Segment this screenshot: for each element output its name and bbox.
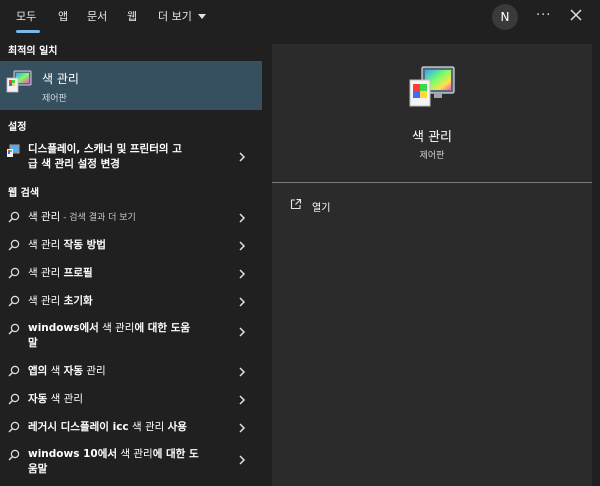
tab-all[interactable]: 모두 [16, 9, 36, 25]
chevron-right-icon [239, 367, 246, 377]
tab-more[interactable]: 더 보기 [158, 9, 207, 25]
settings-item-line2: 급 색 관리 설정 변경 [28, 158, 120, 170]
tab-apps[interactable]: 앱 [58, 9, 68, 25]
web-result-item[interactable]: 색 관리 - 검색 결과 더 보기 [0, 207, 262, 229]
web-result-bold: 자동 [28, 393, 48, 405]
search-icon [8, 449, 20, 461]
web-result-bold: 앱의 [28, 365, 48, 377]
chevron-right-icon [239, 455, 246, 465]
chevron-right-icon [239, 395, 246, 405]
web-result-bold: 초기화 [63, 295, 93, 307]
web-result-item[interactable]: 색 관리 프로필 [0, 263, 262, 285]
open-action[interactable]: 열기 [288, 196, 588, 216]
color-settings-icon [7, 144, 20, 157]
settings-result-item[interactable]: 디스플레이, 스캐너 및 프린터의 고 급 색 관리 설정 변경 [0, 140, 262, 174]
close-icon[interactable] [568, 7, 584, 23]
search-icon [8, 421, 20, 433]
chevron-right-icon [239, 327, 246, 337]
best-match-subtitle: 제어판 [42, 94, 67, 104]
web-result-bold: 프로필 [63, 267, 93, 279]
open-external-icon [290, 198, 302, 210]
chevron-right-icon [239, 241, 246, 251]
web-result-item[interactable]: windows에서 색 관리에 대한 도움 말 [0, 319, 262, 353]
section-best-match: 최적의 일치 [8, 46, 58, 57]
web-result-query: 관리 [83, 365, 106, 377]
search-icon [8, 323, 20, 335]
web-result-query: 색 관리 [28, 267, 64, 279]
active-tab-indicator [16, 30, 40, 33]
web-result-query: 색 관리 [28, 295, 64, 307]
more-options-button[interactable]: ··· [536, 8, 551, 23]
tab-more-label: 더 보기 [158, 10, 192, 23]
best-match-item[interactable] [0, 61, 262, 110]
web-result-bold: 사용 [167, 421, 187, 433]
chevron-right-icon [239, 269, 246, 279]
web-result-item[interactable]: 색 관리 초기화 [0, 291, 262, 313]
web-result-query: 색 [47, 365, 64, 377]
web-result-text-line2: 움말 [28, 463, 48, 475]
chevron-right-icon [239, 423, 246, 433]
web-result-text: 레거시 디스플레이 icc 색 관리 사용 [28, 419, 187, 435]
web-result-text: 자동 색 관리 [28, 391, 83, 407]
web-result-query: 색 관리 [47, 393, 83, 405]
web-result-bold: 레거시 디스플레이 icc [28, 421, 129, 433]
search-filter-bar: 모두 앱 문서 웹 더 보기 N ··· [0, 0, 600, 34]
web-result-suffix: - 검색 결과 더 보기 [60, 213, 136, 223]
web-result-text: 색 관리 프로필 [28, 265, 93, 281]
web-result-query: 색 관리 [98, 322, 135, 334]
web-result-bold: 작동 방법 [63, 239, 106, 251]
best-match-title: 색 관리 [42, 72, 79, 86]
avatar[interactable]: N [492, 4, 518, 30]
preview-panel: 색 관리 제어판 열기 [272, 44, 592, 486]
web-result-item[interactable]: 앱의 색 자동 관리 [0, 361, 262, 383]
settings-item-line1: 디스플레이, 스캐너 및 프린터의 고 [28, 143, 182, 155]
web-result-text: windows에서 색 관리에 대한 도움 [28, 320, 190, 336]
tab-web[interactable]: 웹 [127, 9, 137, 25]
web-result-bold: windows에서 [28, 322, 99, 334]
chevron-right-icon [239, 213, 246, 223]
search-icon [8, 239, 20, 251]
preview-title: 색 관리 [411, 130, 452, 145]
section-web-search: 웹 검색 [8, 188, 40, 199]
web-result-query: 색 관리 [128, 421, 168, 433]
web-result-text: 색 관리 작동 방법 [28, 237, 106, 253]
tab-documents[interactable]: 문서 [87, 9, 107, 25]
preview-subtitle: 제어판 [419, 151, 445, 161]
web-result-query: 색 관리 [28, 239, 64, 251]
search-icon [8, 365, 20, 377]
web-result-text: 색 관리 - 검색 결과 더 보기 [28, 209, 136, 226]
web-result-query: 색 관리 [117, 448, 153, 460]
web-result-text: windows 10에서 색 관리에 대한 도 [28, 446, 199, 462]
divider [272, 182, 592, 183]
web-result-query: 색 관리 [28, 211, 61, 223]
search-icon [8, 393, 20, 405]
caret-down-icon [198, 14, 207, 19]
web-result-item[interactable]: 레거시 디스플레이 icc 색 관리 사용 [0, 417, 262, 439]
web-result-item[interactable]: 색 관리 작동 방법 [0, 235, 262, 257]
section-settings: 설정 [8, 122, 27, 133]
chevron-right-icon [239, 152, 246, 162]
web-result-item[interactable]: 자동 색 관리 [0, 389, 262, 411]
search-icon [8, 295, 20, 307]
open-label: 열기 [312, 203, 331, 214]
web-result-text-line2: 말 [28, 337, 38, 349]
web-result-item[interactable]: windows 10에서 색 관리에 대한 도 움말 [0, 445, 262, 479]
web-result-bold: 에 대한 도 [152, 448, 199, 460]
web-result-bold: 에 대한 도움 [134, 322, 191, 334]
chevron-right-icon [239, 297, 246, 307]
search-icon [8, 267, 20, 279]
color-management-large-icon [409, 66, 455, 107]
web-result-bold: windows 10에서 [28, 448, 118, 460]
web-result-bold: 자동 [63, 365, 83, 377]
color-management-icon [6, 70, 32, 93]
search-icon [8, 211, 20, 223]
web-result-text: 앱의 색 자동 관리 [28, 363, 106, 379]
web-result-text: 색 관리 초기화 [28, 293, 93, 309]
